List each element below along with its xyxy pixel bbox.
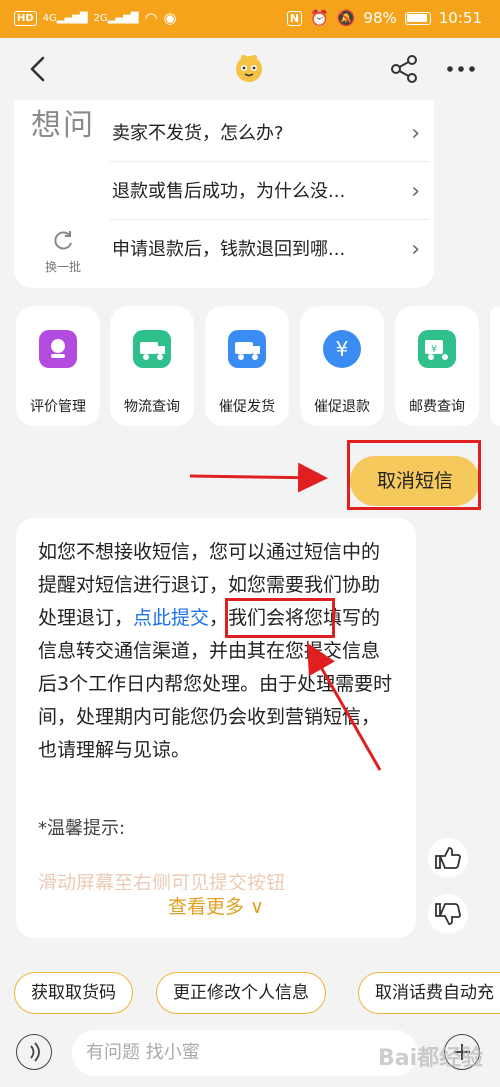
wifi-icon: ◠ xyxy=(144,9,158,27)
service-label: 邮费查询 xyxy=(409,399,465,415)
reply-text: 如您不想接收短信，您可以通过短信中的提醒对短信进行退订，如您需要我们协助处理退订… xyxy=(38,536,398,767)
chevron-right-icon: › xyxy=(411,237,420,262)
voice-icon[interactable] xyxy=(16,1034,52,1070)
service-label: 评价管理 xyxy=(30,399,86,415)
battery-label: 98% xyxy=(363,9,397,27)
svg-text:¥: ¥ xyxy=(431,344,437,355)
quick-action-edit-info[interactable]: 更正修改个人信息 xyxy=(156,972,326,1014)
submit-link[interactable]: 点此提交 xyxy=(133,607,209,629)
service-label: 催促发货 xyxy=(219,399,275,415)
service-postage[interactable]: ¥ 邮费查询 xyxy=(395,306,479,426)
chevron-left-icon[interactable] xyxy=(24,54,54,84)
yen-icon: ¥ xyxy=(323,330,361,368)
flower-icon xyxy=(39,330,77,368)
faq-item-label: 卖家不发货，怎么办? xyxy=(112,123,284,144)
signal-2g-icon: 2G▂▄▆█ xyxy=(93,12,139,24)
faq-item-label: 申请退款后，钱款退回到哪... xyxy=(112,239,346,260)
annotation-box xyxy=(225,598,335,638)
service-partial xyxy=(490,306,500,426)
refresh-label: 换一批 xyxy=(44,260,81,274)
qq-icon: ◉ xyxy=(163,9,177,27)
nav-bar xyxy=(0,38,500,100)
thumbs-up-icon xyxy=(435,847,461,869)
service-urge-refund[interactable]: ¥ 催促退款 xyxy=(300,306,384,426)
quick-action-pickup-code[interactable]: 获取取货码 xyxy=(14,972,133,1014)
service-label: 物流查询 xyxy=(124,399,180,415)
annotation-box xyxy=(347,440,481,510)
refresh-icon xyxy=(54,231,72,250)
more-icon[interactable] xyxy=(444,53,478,85)
quick-action-cancel-autopay[interactable]: 取消话费自动充 xyxy=(358,972,500,1014)
share-icon[interactable] xyxy=(388,53,420,85)
service-label: 催促退款 xyxy=(314,399,370,415)
reply-card: 如您不想接收短信，您可以通过短信中的提醒对短信进行退订，如您需要我们协助处理退订… xyxy=(16,518,416,938)
hd-badge: HD xyxy=(14,10,37,26)
mascot-icon xyxy=(236,55,262,82)
status-bar: HD 4G▂▄▆█ 2G▂▄▆█ ◠ ◉ N ⏰ 🔕 98% 10:51 xyxy=(0,0,500,38)
battery-icon xyxy=(404,11,431,25)
watermark: Bai都经验 xyxy=(378,1046,484,1071)
truck-icon: ¥ xyxy=(418,330,456,368)
svg-text:¥: ¥ xyxy=(336,337,349,361)
alarm-icon: ⏰ xyxy=(310,9,329,27)
tip-title: *温馨提示: xyxy=(38,818,126,839)
refresh-button[interactable]: 换一批 xyxy=(38,228,88,275)
status-time: 10:51 xyxy=(438,9,482,27)
chevron-right-icon: › xyxy=(411,121,420,146)
message-input[interactable]: 有问题 找小蜜 xyxy=(72,1030,418,1076)
signal-4g-icon: 4G▂▄▆█ xyxy=(42,12,88,24)
annotation-arrow xyxy=(189,462,328,493)
mute-icon: 🔕 xyxy=(336,9,356,27)
chevron-right-icon: › xyxy=(411,179,420,204)
status-right: N ⏰ 🔕 98% 10:51 xyxy=(286,9,482,27)
faq-item-3[interactable]: 申请退款后，钱款退回到哪... › xyxy=(110,222,430,278)
service-urge-shipping[interactable]: 催促发货 xyxy=(205,306,289,426)
reply-text-part2: ，我们会将您填写的信息转交通信渠道，并由其在您提交信息后3个工作日内帮您处理。由… xyxy=(38,607,393,761)
truck-icon xyxy=(133,330,171,368)
tip-text-faded: 滑动屏幕至右侧可见提交按钮 xyxy=(38,872,286,890)
thumbs-down-button[interactable] xyxy=(428,894,468,934)
truck-icon xyxy=(228,330,266,368)
service-logistics[interactable]: 物流查询 xyxy=(110,306,194,426)
faq-card: 想问 换一批 卖家不发货，怎么办? › 退款或售后成功，为什么没... › 申请… xyxy=(14,100,434,288)
see-more-button[interactable]: 查看更多 ∨ xyxy=(16,892,416,919)
faq-item-1[interactable]: 卖家不发货，怎么办? › xyxy=(110,106,430,162)
faq-title: 想问 xyxy=(31,108,95,143)
faq-item-2[interactable]: 退款或售后成功，为什么没... › xyxy=(110,164,430,220)
thumbs-down-icon xyxy=(435,903,461,925)
nfc-icon: N xyxy=(286,10,303,26)
service-evaluate[interactable]: 评价管理 xyxy=(16,306,100,426)
status-left: HD 4G▂▄▆█ 2G▂▄▆█ ◠ ◉ xyxy=(14,9,177,27)
faq-item-label: 退款或售后成功，为什么没... xyxy=(112,181,346,202)
thumbs-up-button[interactable] xyxy=(428,838,468,878)
